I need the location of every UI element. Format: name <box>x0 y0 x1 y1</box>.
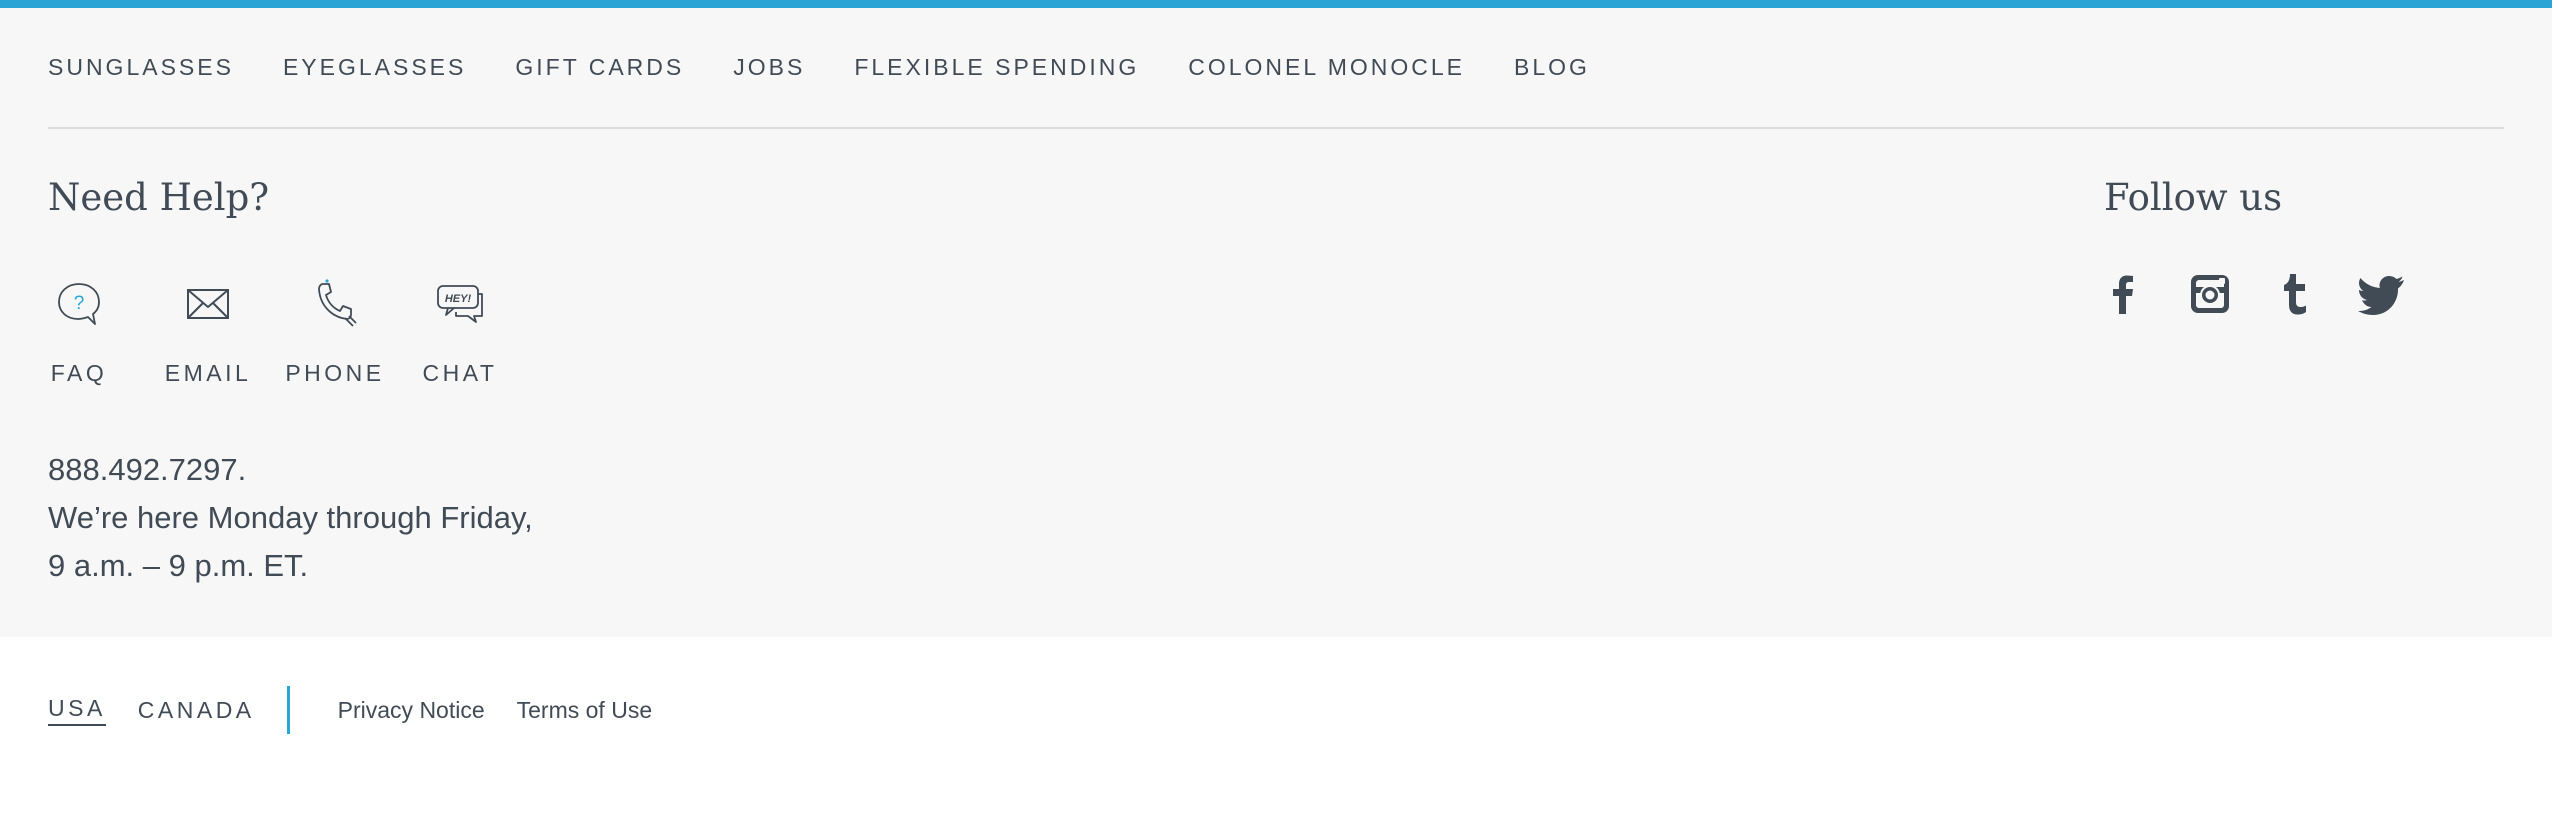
help-option-label: FAQ <box>50 360 108 386</box>
help-option-email[interactable]: EMAIL <box>163 278 253 387</box>
envelope-icon <box>187 289 229 319</box>
country-canada[interactable]: CANADA <box>138 697 255 724</box>
faq-glyph: ? <box>74 293 85 314</box>
chat-hey-icon: HEY! <box>437 285 483 323</box>
nav-link-eyeglasses[interactable]: EYEGLASSES <box>283 54 466 81</box>
nav-link-colonel-monocle[interactable]: COLONEL MONOCLE <box>1188 54 1465 81</box>
footer-bottom-bar: USA CANADA Privacy Notice Terms of Use <box>48 686 652 734</box>
hours-line-2: 9 a.m. – 9 p.m. ET. <box>48 548 309 583</box>
chat-hey-text: HEY! <box>445 293 472 305</box>
nav-divider <box>48 127 2504 129</box>
help-option-faq[interactable]: ? FAQ <box>48 278 110 387</box>
nav-link-blog[interactable]: BLOG <box>1514 54 1590 81</box>
help-option-phone[interactable]: PHONE <box>285 278 385 387</box>
hours-line-1: We’re here Monday through Friday, <box>48 500 533 535</box>
accent-bar <box>0 0 2552 8</box>
nav-link-flexible-spending[interactable]: FLEXIBLE SPENDING <box>854 54 1139 81</box>
footer-top-panel: SUNGLASSES EYEGLASSES GIFT CARDS JOBS FL… <box>0 0 2552 637</box>
terms-of-use-link[interactable]: Terms of Use <box>517 697 652 724</box>
twitter-icon[interactable] <box>2358 270 2406 318</box>
nav-link-jobs[interactable]: JOBS <box>733 54 805 81</box>
need-help-heading: Need Help? <box>48 176 270 219</box>
nav-link-gift-cards[interactable]: GIFT CARDS <box>515 54 684 81</box>
faq-bubble-icon: ? <box>58 283 100 325</box>
nav-link-sunglasses[interactable]: SUNGLASSES <box>48 54 234 81</box>
help-option-label: EMAIL <box>164 360 252 386</box>
facebook-icon[interactable] <box>2100 270 2148 318</box>
phone-number: 888.492.7297. <box>48 452 247 487</box>
privacy-notice-link[interactable]: Privacy Notice <box>338 697 485 724</box>
country-usa[interactable]: USA <box>48 695 106 726</box>
follow-us-heading: Follow us <box>2104 176 2283 219</box>
tumblr-icon[interactable] <box>2272 270 2320 318</box>
help-option-label: PHONE <box>285 360 385 386</box>
help-contact-info: 888.492.7297. We’re here Monday through … <box>48 446 533 590</box>
help-option-chat[interactable]: HEY! CHAT <box>418 278 502 387</box>
phone-icon <box>318 279 357 327</box>
instagram-icon[interactable] <box>2186 270 2234 318</box>
footer-nav: SUNGLASSES EYEGLASSES GIFT CARDS JOBS FL… <box>48 54 1590 81</box>
region-divider <box>286 686 290 734</box>
help-option-label: CHAT <box>422 360 498 386</box>
social-icons <box>2100 270 2406 318</box>
